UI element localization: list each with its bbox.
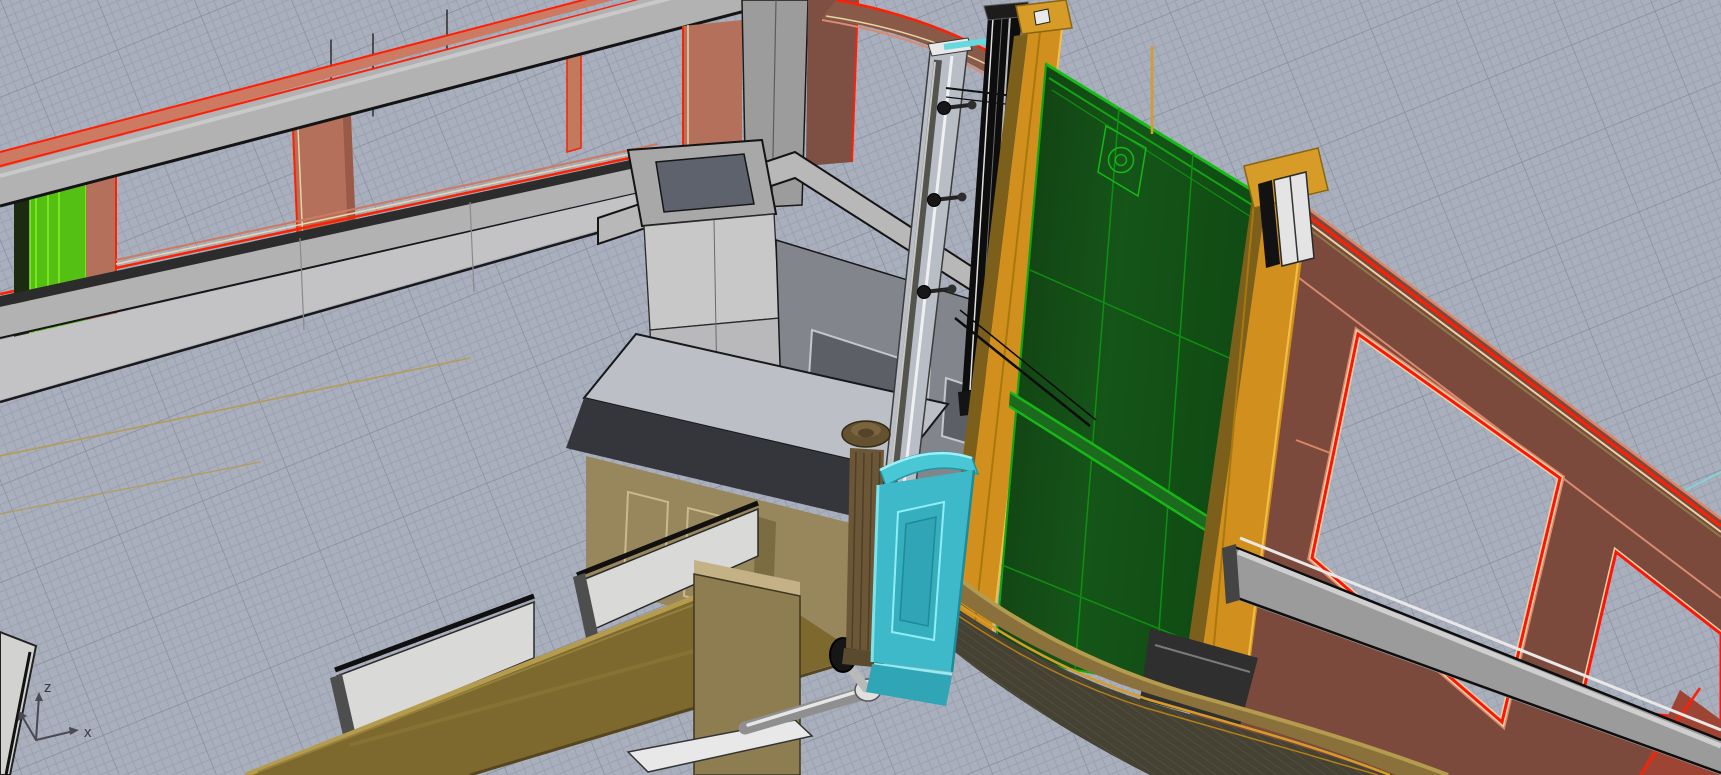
capital-core: [858, 429, 874, 438]
hinge-knob: [928, 194, 941, 207]
hinge-knob: [938, 102, 951, 115]
hinge-cap: [948, 285, 957, 294]
hinge-knob: [918, 286, 931, 299]
kiosk-column-upper: [644, 214, 780, 330]
column-top-opening: [656, 154, 754, 212]
cap-slot: [1034, 9, 1050, 25]
z-axis-label: z: [44, 679, 52, 696]
x-axis-label: x: [84, 724, 92, 741]
hinge-cap: [958, 193, 967, 202]
cad-application-window: z x: [0, 0, 1721, 775]
viewport-canvas[interactable]: z x: [0, 0, 1721, 775]
hinge-cap: [968, 101, 977, 110]
